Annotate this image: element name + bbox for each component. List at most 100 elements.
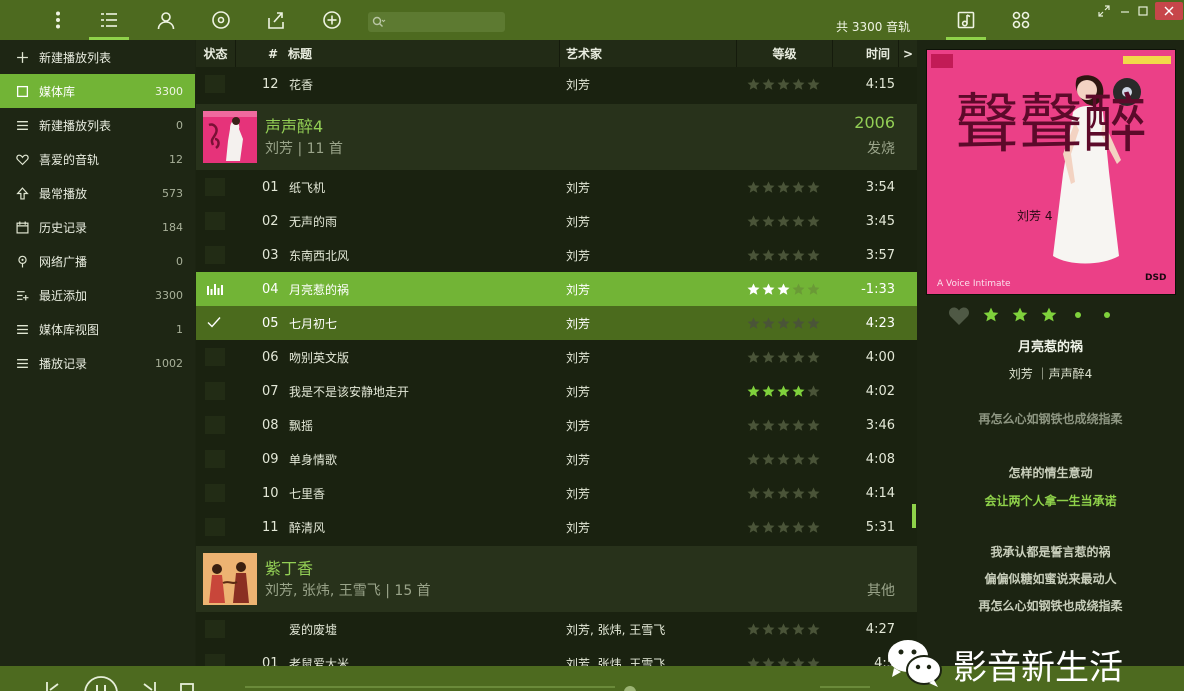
star-empty-icon[interactable] [762,215,775,228]
star-filled-icon[interactable] [983,307,999,323]
star-empty-icon[interactable] [747,249,760,262]
now-playing-view-icon[interactable] [946,4,986,40]
star-empty-icon[interactable] [807,453,820,466]
star-empty-icon[interactable] [807,181,820,194]
rating-stars[interactable] [747,283,827,296]
star-filled-icon[interactable] [762,283,775,296]
stop-icon[interactable] [178,682,198,691]
star-empty-icon[interactable] [807,317,820,330]
sidebar-item-radio[interactable]: 网络广播 0 [0,244,195,278]
rating-stars[interactable] [747,351,827,364]
star-empty-icon[interactable] [807,351,820,364]
rating-stars[interactable] [747,78,827,91]
sidebar-item-history[interactable]: 历史记录 184 [0,210,195,244]
star-empty-icon[interactable] [807,487,820,500]
tracklist-view-icon[interactable] [89,4,129,40]
track-row[interactable]: 01 老鼠爱大米 刘芳, 张炜, 王雪飞 4:5 [196,646,917,666]
rating-stars[interactable] [747,215,827,228]
sidebar-item-new-playlist[interactable]: 新建播放列表 [0,40,195,74]
grid-view-icon[interactable] [1003,4,1039,36]
star-empty-icon[interactable] [792,657,805,667]
star-empty-icon[interactable] [777,623,790,636]
column-time[interactable]: 时间 [833,40,899,67]
star-empty-dot-icon[interactable] [1075,312,1081,318]
star-empty-icon[interactable] [747,317,760,330]
star-empty-icon[interactable] [747,181,760,194]
rating-stars[interactable] [747,317,827,330]
rating-stars[interactable] [747,181,827,194]
menu-dots-icon[interactable] [40,4,76,36]
track-row-now-playing[interactable]: 04 月亮惹的祸 刘芳 -1:33 [196,272,917,306]
sidebar-item-most-played[interactable]: 最常播放 573 [0,176,195,210]
pause-icon[interactable] [83,675,119,691]
star-empty-icon[interactable] [807,78,820,91]
column-status[interactable]: 状态 [196,40,236,67]
share-export-icon[interactable] [258,4,294,36]
star-empty-icon[interactable] [762,351,775,364]
star-empty-icon[interactable] [777,521,790,534]
star-filled-icon[interactable] [777,385,790,398]
column-artist[interactable]: 艺术家 [560,40,737,67]
star-filled-icon[interactable] [792,385,805,398]
column-title[interactable]: 标题 [286,40,560,67]
heart-icon[interactable] [948,306,970,329]
star-empty-icon[interactable] [762,623,775,636]
star-empty-icon[interactable] [777,78,790,91]
star-empty-icon[interactable] [777,657,790,667]
track-row[interactable]: 07 我是不是该安静地走开 刘芳 4:02 [196,374,917,408]
star-empty-icon[interactable] [747,78,760,91]
rating-stars[interactable] [747,249,827,262]
star-empty-icon[interactable] [747,215,760,228]
star-empty-icon[interactable] [807,283,820,296]
star-filled-icon[interactable] [777,283,790,296]
search-box[interactable] [368,12,505,32]
star-empty-icon[interactable] [762,249,775,262]
star-empty-icon[interactable] [792,419,805,432]
star-empty-icon[interactable] [807,249,820,262]
star-empty-icon[interactable] [792,623,805,636]
track-row[interactable]: 11 醉清风 刘芳 5:31 [196,510,917,544]
star-empty-icon[interactable] [792,181,805,194]
star-empty-icon[interactable] [807,419,820,432]
star-empty-icon[interactable] [792,215,805,228]
star-empty-icon[interactable] [792,521,805,534]
star-filled-icon[interactable] [747,385,760,398]
add-circle-icon[interactable] [314,4,350,36]
track-row[interactable]: 08 飘摇 刘芳 3:46 [196,408,917,442]
sidebar-item-library-view[interactable]: 媒体库视图 1 [0,312,195,346]
star-empty-icon[interactable] [762,521,775,534]
star-empty-icon[interactable] [777,249,790,262]
star-empty-icon[interactable] [762,317,775,330]
track-row[interactable]: 03 东南西北风 刘芳 3:57 [196,238,917,272]
star-empty-icon[interactable] [792,317,805,330]
rating-stars[interactable] [747,419,827,432]
star-empty-icon[interactable] [777,215,790,228]
star-empty-icon[interactable] [807,623,820,636]
list-scrollbar-thumb[interactable] [912,504,916,528]
rating-stars[interactable] [747,521,827,534]
sidebar-item-recent[interactable]: 最近添加 3300 [0,278,195,312]
seek-track[interactable] [245,686,615,688]
fullscreen-icon[interactable] [1094,2,1114,20]
close-icon[interactable] [1155,2,1183,20]
rating-stars[interactable] [747,453,827,466]
track-row[interactable]: 12 花香 刘芳 4:15 [196,67,917,101]
star-empty-icon[interactable] [792,78,805,91]
album-group-header[interactable]: 紫丁香 刘芳, 张炜, 王雪飞 | 15 首 其他 [196,546,917,612]
track-row[interactable]: 09 单身情歌 刘芳 4:08 [196,442,917,476]
sidebar-item-library[interactable]: 媒体库 3300 [0,74,195,108]
track-row[interactable]: 01 纸飞机 刘芳 3:54 [196,170,917,204]
star-empty-icon[interactable] [792,283,805,296]
sidebar-item-favorites[interactable]: 喜爱的音轨 12 [0,142,195,176]
star-empty-icon[interactable] [792,351,805,364]
album-view-icon[interactable] [203,4,239,36]
star-empty-icon[interactable] [747,521,760,534]
star-empty-icon[interactable] [807,385,820,398]
star-empty-icon[interactable] [747,487,760,500]
rating-stars[interactable] [747,657,827,667]
star-filled-icon[interactable] [1012,307,1028,323]
star-empty-icon[interactable] [777,487,790,500]
track-row[interactable]: 10 七里香 刘芳 4:14 [196,476,917,510]
rating-stars[interactable] [747,385,827,398]
star-empty-icon[interactable] [792,249,805,262]
